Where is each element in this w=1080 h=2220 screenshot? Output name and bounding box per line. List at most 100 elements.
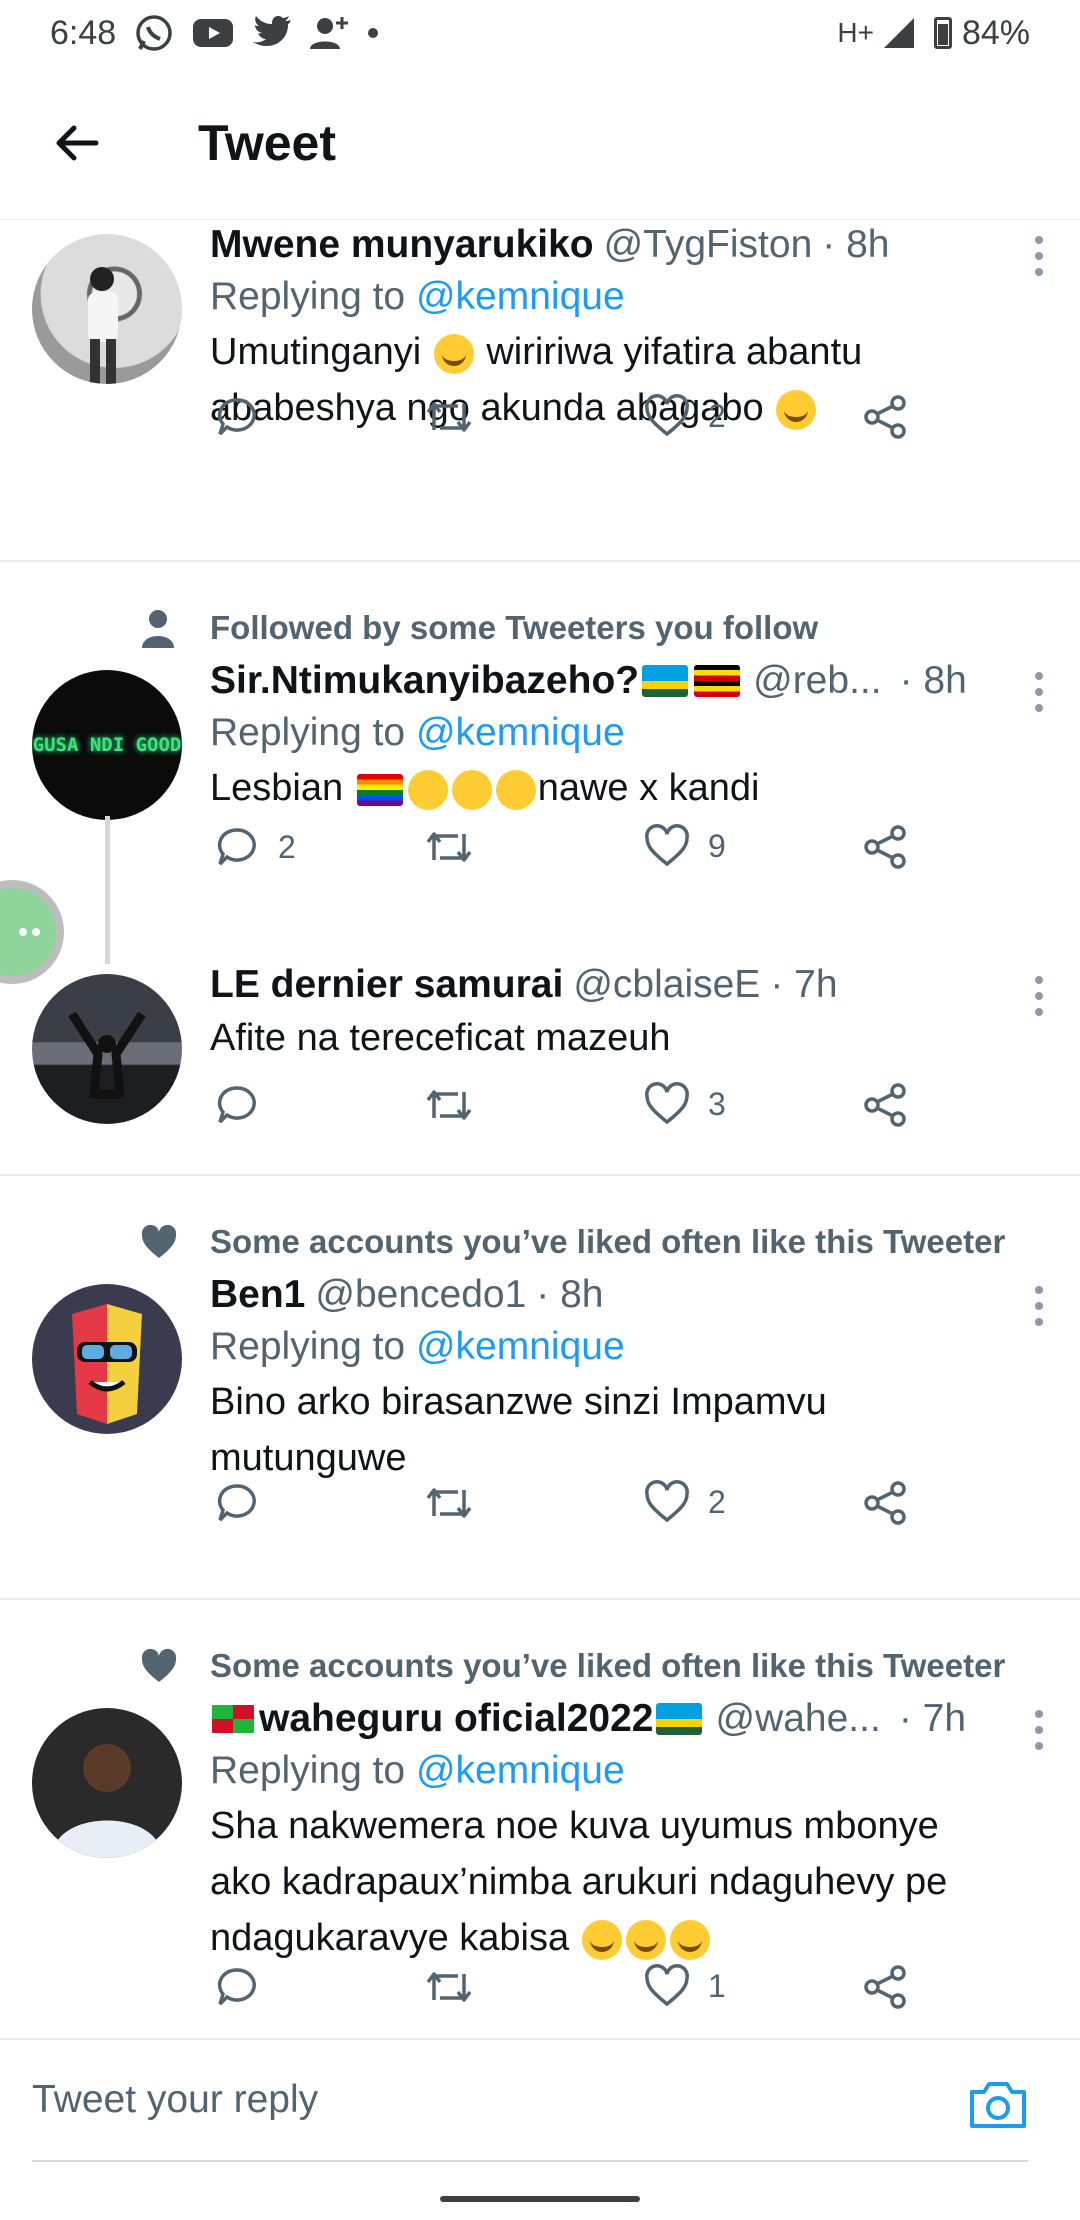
retweet-icon xyxy=(426,1972,472,2002)
social-context-text: Some accounts you’ve liked often like th… xyxy=(210,1647,1006,1684)
like-button[interactable]: 2 xyxy=(644,394,726,438)
tweet-text: Bino arko birasanzwe sinzi Impamvu mutun… xyxy=(210,1374,1050,1486)
twitter-icon xyxy=(253,16,291,46)
username[interactable]: @wahe... xyxy=(715,1694,880,1744)
tweet-actions: 1 xyxy=(210,1964,930,2024)
top-app-bar: Tweet xyxy=(0,66,1080,220)
mention-link[interactable]: @kemnique xyxy=(416,275,625,318)
more-options-button[interactable] xyxy=(1034,1286,1044,1326)
share-button[interactable] xyxy=(862,1964,908,2010)
like-button[interactable]: 9 xyxy=(644,824,726,868)
sad-face-emoji-icon xyxy=(581,1919,622,1960)
reply-button[interactable] xyxy=(214,1082,278,1128)
retweet-button[interactable] xyxy=(424,1082,492,1128)
mention-link[interactable]: @kemnique xyxy=(416,1325,625,1368)
more-options-button[interactable] xyxy=(1034,236,1044,276)
timestamp: · 7h xyxy=(898,1697,967,1740)
camera-button[interactable] xyxy=(968,2078,1028,2130)
tweet-text-part: wiririwa yifatira abantu xyxy=(486,331,863,373)
tweet-text-part: ndagukaravye kabisa xyxy=(210,1917,570,1959)
more-options-button[interactable] xyxy=(1034,1710,1044,1750)
avatar[interactable] xyxy=(32,1284,182,1434)
replying-prefix: Replying to xyxy=(210,711,416,754)
like-button[interactable]: 3 xyxy=(644,1082,726,1126)
battery-percent: 84% xyxy=(961,13,1030,52)
share-icon xyxy=(864,1965,906,2009)
username[interactable]: @TygFiston xyxy=(604,220,813,270)
reply-button[interactable] xyxy=(214,1480,278,1526)
like-button[interactable]: 1 xyxy=(644,1964,726,2008)
camera-icon xyxy=(970,2082,1026,2128)
whatsapp-icon xyxy=(136,15,172,51)
more-options-button[interactable] xyxy=(1034,672,1044,712)
username[interactable]: @reb... xyxy=(753,656,881,706)
reply-button[interactable] xyxy=(214,394,278,440)
sad-face-emoji-icon xyxy=(625,1919,666,1960)
youtube-icon xyxy=(193,19,234,47)
gesture-bar[interactable] xyxy=(440,2196,640,2202)
rainbow-flag-icon xyxy=(356,773,403,806)
back-button[interactable] xyxy=(32,98,122,188)
reply-input[interactable] xyxy=(32,2064,932,2136)
tweet-text: Sha nakwemera noe kuva uyumus mbonye ako… xyxy=(210,1798,1050,1966)
avatar[interactable] xyxy=(32,1708,182,1858)
retweet-icon xyxy=(426,1488,472,1518)
display-name[interactable]: waheguru oficial2022 xyxy=(259,1694,653,1744)
add-person-icon xyxy=(310,17,349,49)
mention-link[interactable]: @kemnique xyxy=(416,711,625,754)
avatar[interactable]: GUSA NDI GOOD xyxy=(32,670,182,820)
replying-to: Replying to @kemnique xyxy=(210,270,1050,324)
share-button[interactable] xyxy=(862,394,908,440)
tweet-text-part: Umutinganyi xyxy=(210,331,422,373)
thinking-face-emoji-icon xyxy=(407,769,448,810)
social-context: Some accounts you’ve liked often like th… xyxy=(0,1638,1080,1694)
signal-icon xyxy=(883,18,914,48)
timestamp: · 8h xyxy=(822,223,890,266)
share-button[interactable] xyxy=(862,824,908,870)
rwanda-flag-icon xyxy=(656,1703,703,1735)
retweet-icon xyxy=(426,832,472,862)
battery-icon xyxy=(933,17,952,49)
thinking-face-emoji-icon xyxy=(451,769,492,810)
share-icon xyxy=(864,1481,906,1525)
uganda-flag-icon xyxy=(694,665,741,697)
share-icon xyxy=(864,825,906,869)
mention-link[interactable]: @kemnique xyxy=(416,1749,625,1792)
username[interactable]: @bencedo1 xyxy=(315,1270,526,1320)
page-title: Tweet xyxy=(198,114,336,171)
share-button[interactable] xyxy=(862,1082,908,1128)
display-name[interactable]: Mwene munyarukiko xyxy=(210,220,594,270)
tweet-text-part: Bino arko birasanzwe sinzi Impamvu xyxy=(210,1381,827,1423)
avatar[interactable] xyxy=(32,234,182,384)
heart-filled-icon xyxy=(141,1224,177,1258)
social-context-text: Some accounts you’ve liked often like th… xyxy=(210,1223,1006,1260)
display-name[interactable]: Sir.Ntimukanyibazeho? xyxy=(210,656,639,706)
retweet-button[interactable] xyxy=(424,1964,474,2010)
avatar[interactable] xyxy=(32,974,182,1124)
share-button[interactable] xyxy=(862,1480,908,1526)
like-button[interactable]: 2 xyxy=(644,1480,726,1524)
reply-feed[interactable]: Mwene munyarukiko @TygFiston · 8h Replyi… xyxy=(0,220,1080,2038)
tweet-actions: 2 xyxy=(210,394,930,454)
reply-button[interactable] xyxy=(214,1964,260,2010)
burundi-flag-icon xyxy=(210,1703,256,1735)
retweet-button[interactable] xyxy=(424,1480,492,1526)
avatar-face-illustration xyxy=(72,1304,142,1424)
avatar-person-photo xyxy=(52,1744,162,1858)
heart-icon xyxy=(645,1082,689,1125)
reply-button[interactable]: 2 xyxy=(214,824,296,870)
person-icon xyxy=(142,610,174,648)
display-name[interactable]: Ben1 xyxy=(210,1270,305,1320)
more-options-button[interactable] xyxy=(1034,976,1044,1016)
display-name[interactable]: LE dernier samurai xyxy=(210,960,563,1010)
tweet-text-part: ako kadrapaux’nimba arukuri ndaguhevy pe xyxy=(210,1861,948,1903)
thread-connector xyxy=(105,816,110,964)
tweet-header: Sir.Ntimukanyibazeho? @reb... · 8h xyxy=(210,656,1050,706)
rwanda-flag-icon xyxy=(642,665,689,697)
like-count: 2 xyxy=(708,1483,726,1520)
reply-bubble-icon xyxy=(217,398,256,436)
heart-icon xyxy=(645,1480,689,1523)
retweet-button[interactable] xyxy=(424,824,492,870)
retweet-button[interactable] xyxy=(424,394,492,440)
username[interactable]: @cblaiseE xyxy=(573,960,760,1010)
